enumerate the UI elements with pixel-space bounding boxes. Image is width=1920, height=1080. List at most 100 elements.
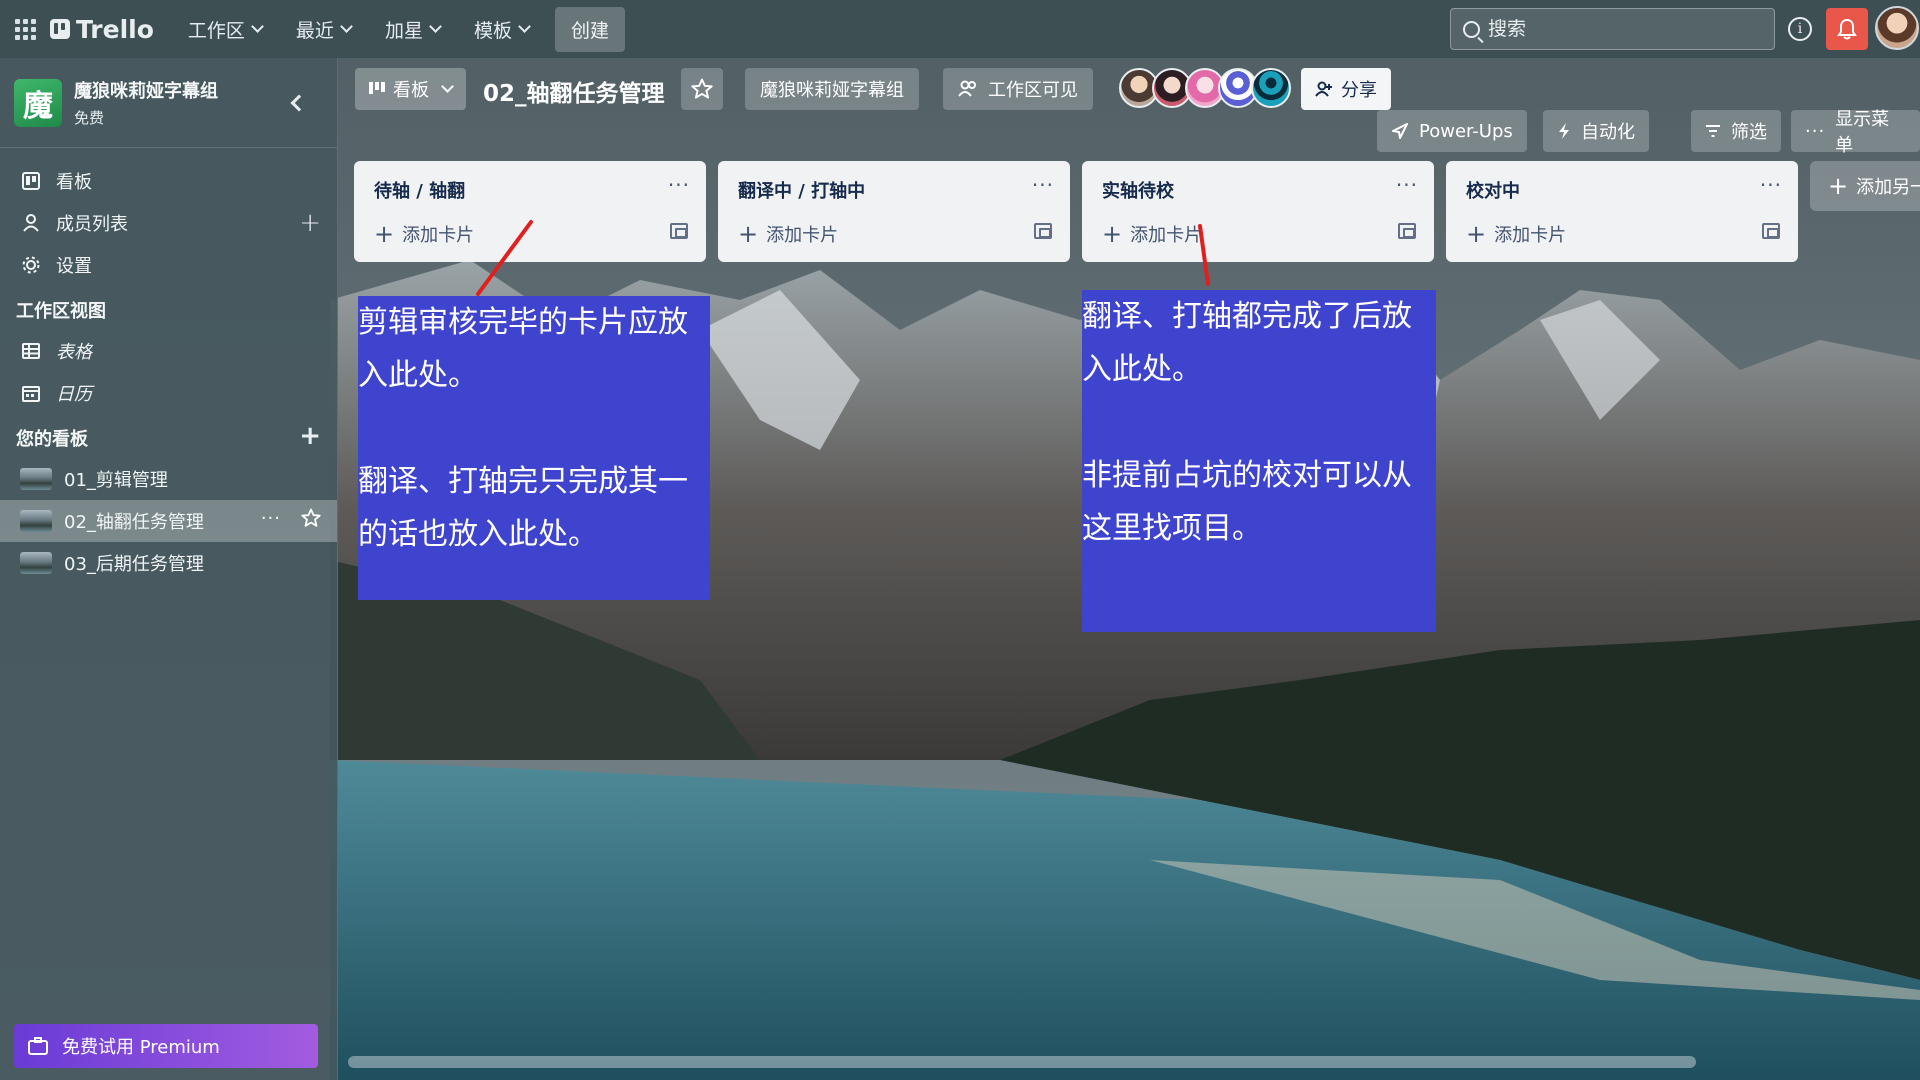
more-options-icon: ··· [1805,120,1826,142]
member-avatar-default[interactable] [1251,68,1291,108]
sidebar-board-item-active[interactable]: 02_轴翻任务管理 ··· [0,500,337,542]
search-input[interactable] [1488,18,1748,40]
sidebar-item-table[interactable]: 表格 [0,330,337,372]
board-title[interactable]: 02_轴翻任务管理 [483,74,665,108]
notifications-button[interactable] [1826,8,1868,50]
menu-recent-label: 最近 [295,19,334,42]
sidebar-item-label: 看板 [56,172,92,193]
premium-briefcase-icon [28,1037,48,1055]
chevron-down-icon [518,20,531,33]
menu-recent[interactable]: 最近 [284,8,363,51]
show-menu-button[interactable]: ··· 显示菜单 [1791,109,1920,156]
sidebar-item-calendar[interactable]: 日历 [0,372,337,414]
board-header: 看板 02_轴翻任务管理 魔狼咪莉娅字幕组 工作区可见 分享 Power-Ups… [339,58,1920,178]
board-icon [20,172,42,190]
list-actions-icon[interactable]: ··· [1760,173,1782,197]
your-boards-label: 您的看板 [16,429,88,450]
plus-icon: + [1102,220,1123,248]
card-template-icon[interactable] [1762,223,1780,239]
gear-icon [20,256,42,274]
star-icon[interactable] [301,508,321,533]
menu-starred[interactable]: 加星 [373,8,452,51]
list-actions-icon[interactable]: ··· [1032,173,1054,197]
add-card-label: 添加卡片 [1494,225,1567,246]
menu-templates[interactable]: 模板 [462,8,541,51]
filter-button[interactable]: 筛选 [1691,110,1781,152]
collapse-sidebar-icon[interactable] [290,94,308,111]
horizontal-scrollbar[interactable] [348,1056,1696,1068]
sidebar-item-label: 表格 [56,342,92,363]
power-ups-label: Power-Ups [1419,120,1513,142]
sidebar-board-item[interactable]: 01_剪辑管理 [0,458,337,500]
plus-icon: + [1828,172,1849,200]
board-view-switcher[interactable]: 看板 [355,68,466,110]
visibility-button[interactable]: 工作区可见 [943,68,1093,110]
calendar-icon [20,384,42,402]
person-icon [20,214,42,232]
user-avatar[interactable] [1875,6,1919,50]
star-board-button[interactable] [681,68,723,110]
info-icon[interactable]: i [1788,17,1812,41]
trello-logo[interactable]: Trello [50,15,154,44]
chevron-down-icon [429,20,442,33]
board-thumbnail [20,468,52,490]
list-column[interactable]: 校对中 ··· + 添加卡片 [1446,161,1798,262]
list-title[interactable]: 翻译中 / 打轴中 [738,177,865,203]
add-card-button[interactable]: + 添加卡片 [738,221,838,247]
automation-button[interactable]: 自动化 [1543,110,1649,152]
add-member-plus-icon[interactable]: + [299,208,321,238]
search-icon [1463,20,1480,38]
list-column[interactable]: 翻译中 / 打轴中 ··· + 添加卡片 [718,161,1070,262]
visibility-label: 工作区可见 [988,80,1078,101]
chevron-down-icon [441,80,454,93]
add-list-label: 添加另一 [1856,177,1920,198]
bell-icon [1837,18,1857,40]
search-box[interactable] [1450,8,1775,50]
annotation-note-right: 翻译、打轴都完成了后放入此处。 非提前占坑的校对可以从这里找项目。 [1082,290,1436,632]
share-button[interactable]: 分享 [1301,68,1391,110]
more-options-icon[interactable]: ··· [261,508,281,529]
list-title[interactable]: 待轴 / 轴翻 [374,177,465,203]
list-title[interactable]: 校对中 [1466,177,1520,203]
workspace-logo[interactable]: 魔 [14,78,62,127]
create-button[interactable]: 创建 [554,6,625,52]
add-card-button[interactable]: + 添加卡片 [1466,221,1566,247]
board-members [1119,68,1291,110]
board-view-icon [369,82,385,94]
sidebar-item-label: 日历 [56,384,92,405]
card-template-icon[interactable] [670,223,688,239]
sidebar-item-label: 设置 [56,256,92,277]
app-switcher-icon[interactable] [12,16,38,42]
add-card-button[interactable]: + 添加卡片 [1102,221,1202,247]
add-card-button[interactable]: + 添加卡片 [374,221,474,247]
share-label: 分享 [1341,80,1377,101]
list-column[interactable]: 待轴 / 轴翻 ··· + 添加卡片 [354,161,706,262]
trello-logo-text: Trello [76,14,154,44]
sidebar-board-item[interactable]: 03_后期任务管理 [0,542,337,584]
list-column[interactable]: 实轴待校 ··· + 添加卡片 [1082,161,1434,262]
menu-workspaces[interactable]: 工作区 [176,8,274,51]
sidebar-item-settings[interactable]: 设置 [0,244,337,286]
add-card-label: 添加卡片 [766,225,839,246]
list-title[interactable]: 实轴待校 [1102,177,1174,203]
workspace-button[interactable]: 魔狼咪莉娅字幕组 [745,68,919,110]
card-template-icon[interactable] [1034,223,1052,239]
workspace-name[interactable]: 魔狼咪莉娅字幕组 [74,77,218,103]
sidebar-board-label: 03_后期任务管理 [64,554,204,575]
sidebar-item-label: 成员列表 [56,214,128,235]
power-ups-button[interactable]: Power-Ups [1377,110,1527,152]
list-actions-icon[interactable]: ··· [1396,173,1418,197]
add-card-label: 添加卡片 [1130,225,1203,246]
sidebar-board-label: 01_剪辑管理 [64,470,168,491]
annotation-text-right: 翻译、打轴都完成了后放入此处。 非提前占坑的校对可以从这里找项目。 [1082,299,1412,546]
sidebar-item-members[interactable]: 成员列表 + [0,202,337,244]
card-template-icon[interactable] [1398,223,1416,239]
automation-label: 自动化 [1581,122,1635,143]
add-board-plus-icon[interactable]: + [299,421,321,451]
sidebar-item-boards[interactable]: 看板 [0,160,337,202]
board-view-label: 看板 [393,80,429,101]
try-premium-button[interactable]: 免费试用 Premium [14,1024,318,1068]
add-list-button[interactable]: + 添加另一 [1810,161,1920,211]
annotation-note-left: 剪辑审核完毕的卡片应放入此处。 翻译、打轴完只完成其一的话也放入此处。 [358,296,710,600]
list-actions-icon[interactable]: ··· [668,173,690,197]
